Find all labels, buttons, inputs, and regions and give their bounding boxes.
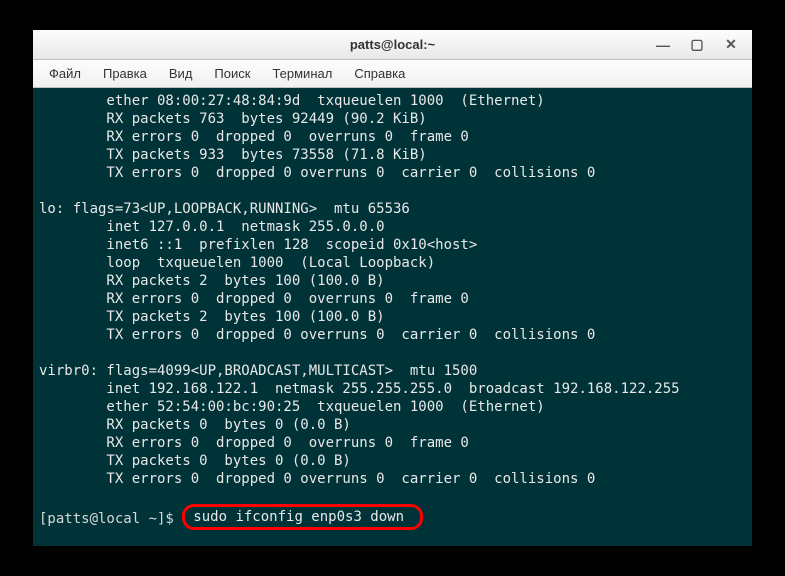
command-highlight: sudo ifconfig enp0s3 down: [182, 504, 423, 530]
menu-search[interactable]: Поиск: [204, 64, 260, 83]
menu-view[interactable]: Вид: [159, 64, 203, 83]
output-line: RX packets 763 bytes 92449 (90.2 KiB): [39, 111, 427, 127]
output-line: TX errors 0 dropped 0 overruns 0 carrier…: [39, 471, 595, 487]
output-line: RX errors 0 dropped 0 overruns 0 frame 0: [39, 291, 469, 307]
menubar: Файл Правка Вид Поиск Терминал Справка: [33, 60, 752, 88]
minimize-button[interactable]: —: [646, 32, 680, 58]
output-line: lo: flags=73<UP,LOOPBACK,RUNNING> mtu 65…: [39, 201, 410, 217]
typed-command: sudo ifconfig enp0s3 down: [193, 509, 404, 525]
window-controls: — ▢ ✕: [646, 30, 748, 59]
output-line: inet6 ::1 prefixlen 128 scopeid 0x10<hos…: [39, 237, 477, 253]
output-line: inet 127.0.0.1 netmask 255.0.0.0: [39, 219, 385, 235]
close-button[interactable]: ✕: [714, 32, 748, 58]
output-line: loop txqueuelen 1000 (Local Loopback): [39, 255, 435, 271]
output-line: virbr0: flags=4099<UP,BROADCAST,MULTICAS…: [39, 363, 477, 379]
output-line: RX packets 0 bytes 0 (0.0 B): [39, 417, 351, 433]
shell-prompt: [patts@local ~]$: [39, 511, 182, 527]
output-line: ether 52:54:00:bc:90:25 txqueuelen 1000 …: [39, 399, 545, 415]
output-line: RX errors 0 dropped 0 overruns 0 frame 0: [39, 129, 469, 145]
window-title: patts@local:~: [350, 37, 435, 52]
maximize-button[interactable]: ▢: [680, 32, 714, 58]
menu-help[interactable]: Справка: [344, 64, 415, 83]
output-line: TX errors 0 dropped 0 overruns 0 carrier…: [39, 165, 595, 181]
menu-edit[interactable]: Правка: [93, 64, 157, 83]
output-line: TX errors 0 dropped 0 overruns 0 carrier…: [39, 327, 595, 343]
output-line: ether 08:00:27:48:84:9d txqueuelen 1000 …: [39, 93, 545, 109]
menu-terminal[interactable]: Терминал: [262, 64, 342, 83]
output-line: TX packets 933 bytes 73558 (71.8 KiB): [39, 147, 427, 163]
output-line: RX packets 2 bytes 100 (100.0 B): [39, 273, 385, 289]
output-line: inet 192.168.122.1 netmask 255.255.255.0…: [39, 381, 680, 397]
output-line: TX packets 0 bytes 0 (0.0 B): [39, 453, 351, 469]
output-line: TX packets 2 bytes 100 (100.0 B): [39, 309, 385, 325]
titlebar[interactable]: patts@local:~ — ▢ ✕: [33, 30, 752, 60]
terminal-body[interactable]: ether 08:00:27:48:84:9d txqueuelen 1000 …: [33, 88, 752, 546]
menu-file[interactable]: Файл: [39, 64, 91, 83]
output-line: RX errors 0 dropped 0 overruns 0 frame 0: [39, 435, 469, 451]
terminal-window: patts@local:~ — ▢ ✕ Файл Правка Вид Поис…: [33, 30, 752, 546]
